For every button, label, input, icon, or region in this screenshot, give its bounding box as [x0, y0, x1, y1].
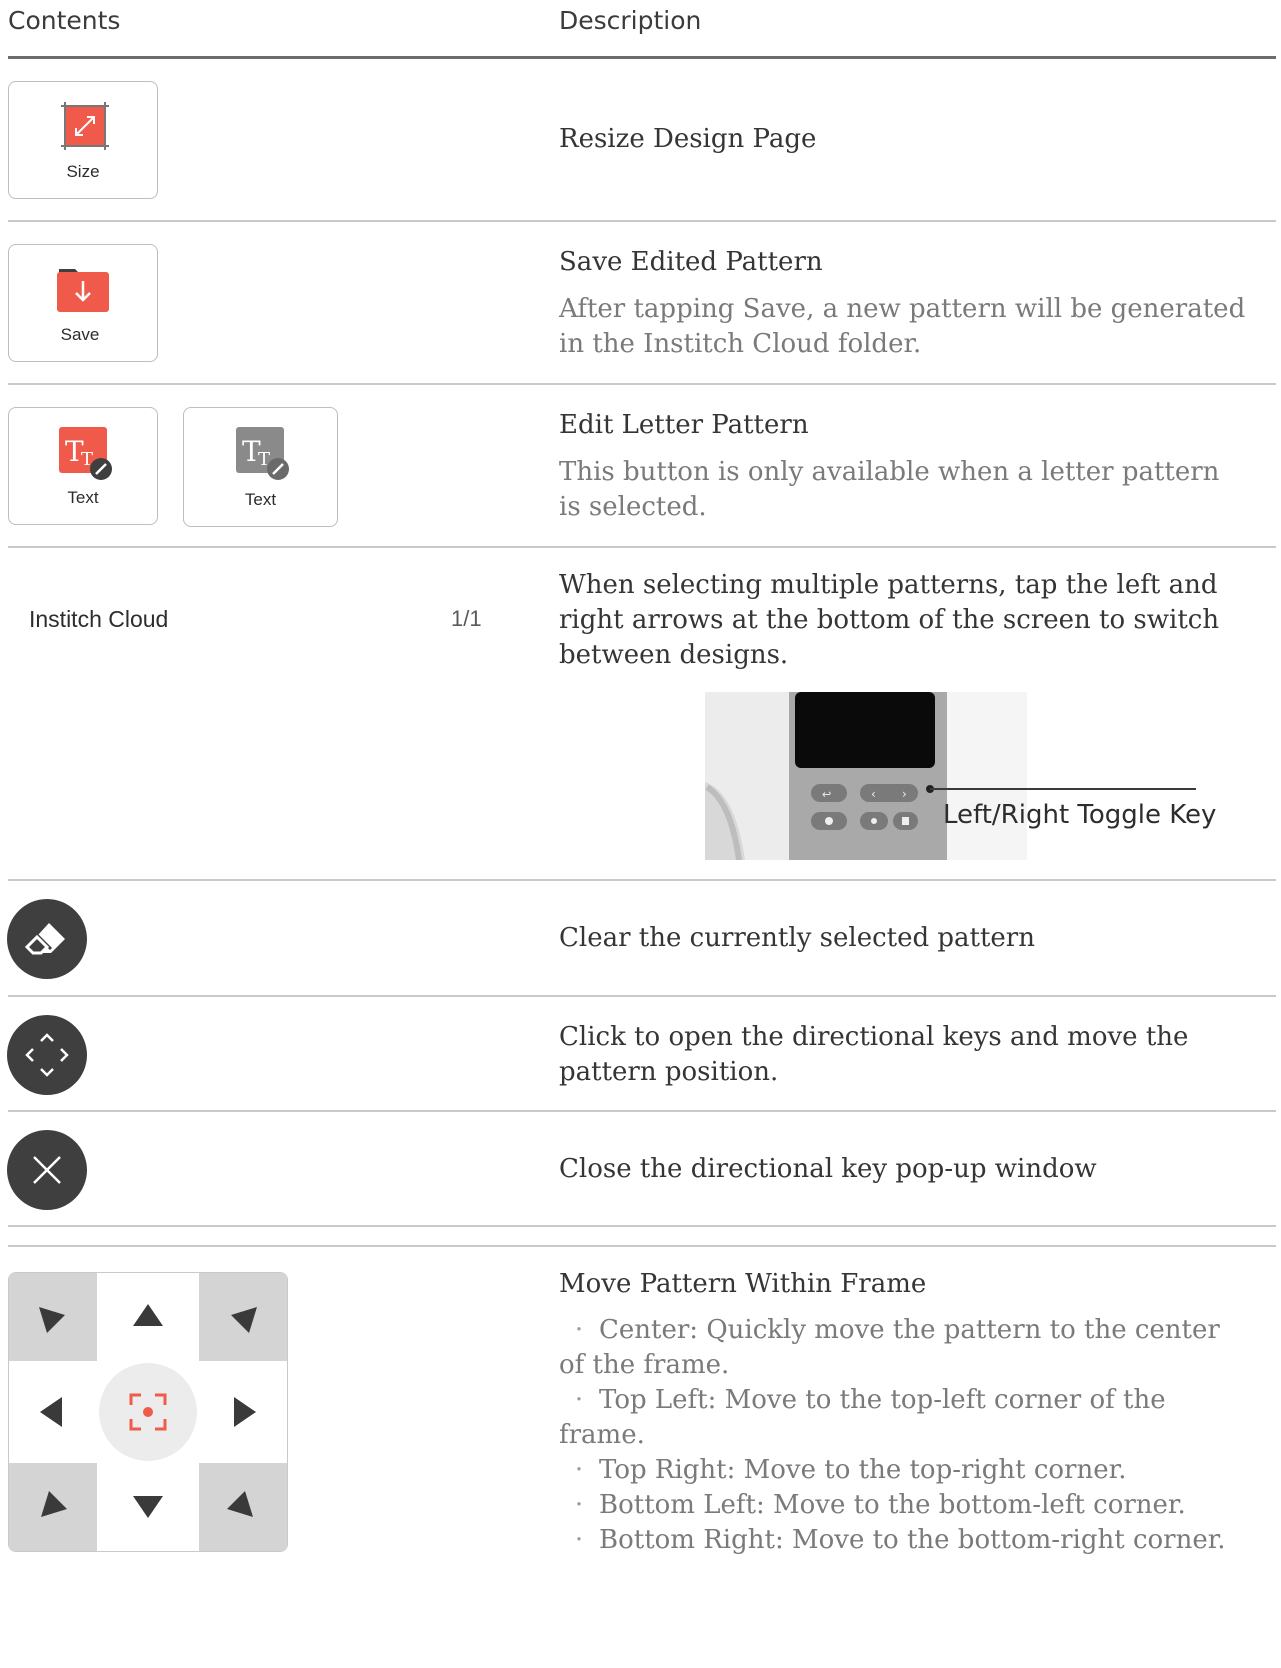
move-button[interactable]	[7, 1015, 87, 1095]
frame-bullet-bottom-left: · Bottom Left: Move to the bottom-left co…	[559, 1487, 1186, 1524]
center-target-icon	[129, 1393, 167, 1431]
frame-bullet-bottom-right: · Bottom Right: Move to the bottom-right …	[559, 1522, 1226, 1559]
cloud-desc-line-1: When selecting multiple patterns, tap th…	[559, 570, 1218, 600]
bottom-button[interactable]	[97, 1463, 199, 1551]
frame-bullet-center-line-1: · Center: Quickly move the pattern to the…	[559, 1312, 1220, 1349]
move-desc-line-1: Click to open the directional keys and m…	[559, 1022, 1189, 1052]
frame-bullet-text: Top Right: Move to the top-right corner.	[599, 1455, 1127, 1485]
clear-title: Clear the currently selected pattern	[559, 923, 1035, 953]
description-column-header: Description	[559, 6, 702, 35]
frame-bullet-text: Center: Quickly move the pattern to the …	[599, 1315, 1220, 1345]
cloud-desc-line-2: right arrows at the bottom of the screen…	[559, 605, 1220, 635]
top-button[interactable]	[97, 1273, 199, 1361]
resize-title: Resize Design Page	[559, 124, 817, 154]
arrow-up-icon	[133, 1304, 163, 1326]
text-edit-icon: T T	[59, 427, 112, 480]
close-title: Close the directional key pop-up window	[559, 1154, 1097, 1184]
row-divider	[8, 1225, 1276, 1227]
text-edit-button-label: Text	[67, 488, 99, 507]
top-right-button[interactable]	[199, 1273, 287, 1361]
save-desc-line-1: After tapping Save, a new pattern will b…	[559, 294, 1246, 324]
right-button[interactable]	[199, 1361, 287, 1463]
frame-title: Move Pattern Within Frame	[559, 1269, 927, 1299]
frame-bullet-text: Bottom Left: Move to the bottom-left cor…	[599, 1490, 1186, 1520]
save-desc-line-2: in the Institch Cloud folder.	[559, 329, 922, 359]
arrow-top-left-icon	[39, 1307, 65, 1333]
text-edit-button-disabled: T T Text	[183, 407, 338, 527]
bullet-dot: ·	[574, 1315, 584, 1345]
svg-text:‹: ‹	[871, 787, 876, 801]
center-cell	[97, 1361, 199, 1463]
center-button[interactable]	[99, 1363, 197, 1461]
bottom-right-button[interactable]	[199, 1463, 287, 1551]
arrow-top-right-icon	[231, 1307, 257, 1333]
bullet-dot: ·	[574, 1455, 584, 1485]
clear-button[interactable]	[7, 899, 87, 979]
machine-panel-image: ↩ ‹ ›	[705, 692, 1027, 860]
page-counter: 1/1	[451, 606, 482, 631]
close-button[interactable]	[7, 1130, 87, 1210]
arrow-down-icon	[133, 1496, 163, 1518]
move-arrows-icon	[25, 1033, 69, 1077]
frame-bullet-text: Bottom Right: Move to the bottom-right c…	[599, 1525, 1226, 1555]
arrow-bottom-left-icon	[41, 1491, 67, 1517]
bullet-dot: ·	[574, 1490, 584, 1520]
size-button-label: Size	[66, 162, 100, 181]
header-divider	[8, 56, 1276, 59]
text-edit-disabled-icon: T T	[236, 427, 289, 480]
arrow-bottom-right-icon	[227, 1491, 253, 1517]
cloud-folder-name: Institch Cloud	[29, 606, 169, 632]
text-title: Edit Letter Pattern	[559, 410, 809, 440]
direction-pad	[8, 1272, 288, 1552]
text-edit-button[interactable]: T T Text	[8, 407, 158, 525]
close-icon	[33, 1156, 61, 1184]
bottom-left-button[interactable]	[9, 1463, 97, 1551]
left-button[interactable]	[9, 1361, 97, 1463]
save-folder-icon	[57, 269, 109, 312]
row-divider	[8, 220, 1276, 222]
row-divider	[8, 1245, 1276, 1247]
contents-column-header: Contents	[8, 6, 121, 35]
frame-bullet-top-right: · Top Right: Move to the top-right corner…	[559, 1452, 1127, 1489]
save-button[interactable]: Save	[8, 244, 158, 362]
bullet-dot: ·	[574, 1385, 584, 1415]
toggle-key-callout: Left/Right Toggle Key	[943, 800, 1217, 830]
eraser-icon	[24, 923, 65, 955]
text-desc-line-1: This button is only available when a let…	[559, 457, 1220, 487]
row-divider	[8, 383, 1276, 385]
svg-text:↩: ↩	[822, 788, 831, 801]
arrow-right-icon	[234, 1397, 256, 1427]
svg-text:›: ›	[902, 787, 907, 801]
cloud-desc-line-3: between designs.	[559, 640, 789, 670]
frame-bullet-top-left-line-1: · Top Left: Move to the top-left corner o…	[559, 1382, 1166, 1419]
row-divider	[8, 546, 1276, 548]
callout-line	[930, 788, 1196, 790]
text-edit-disabled-label: Text	[244, 490, 277, 509]
row-divider	[8, 879, 1276, 881]
save-button-label: Save	[60, 325, 100, 344]
arrow-left-icon	[40, 1397, 62, 1427]
text-desc-line-2: is selected.	[559, 492, 707, 522]
row-divider	[8, 1110, 1276, 1112]
size-button[interactable]: Size	[8, 81, 158, 199]
frame-bullet-text: Top Left: Move to the top-left corner of…	[599, 1385, 1166, 1415]
top-left-button[interactable]	[9, 1273, 97, 1361]
frame-bullet-center-line-2: of the frame.	[559, 1350, 730, 1380]
save-title: Save Edited Pattern	[559, 247, 823, 277]
bullet-dot: ·	[574, 1525, 584, 1555]
move-desc-line-2: pattern position.	[559, 1057, 779, 1087]
resize-icon	[61, 102, 109, 150]
frame-bullet-top-left-line-2: frame.	[559, 1420, 645, 1450]
row-divider	[8, 995, 1276, 997]
